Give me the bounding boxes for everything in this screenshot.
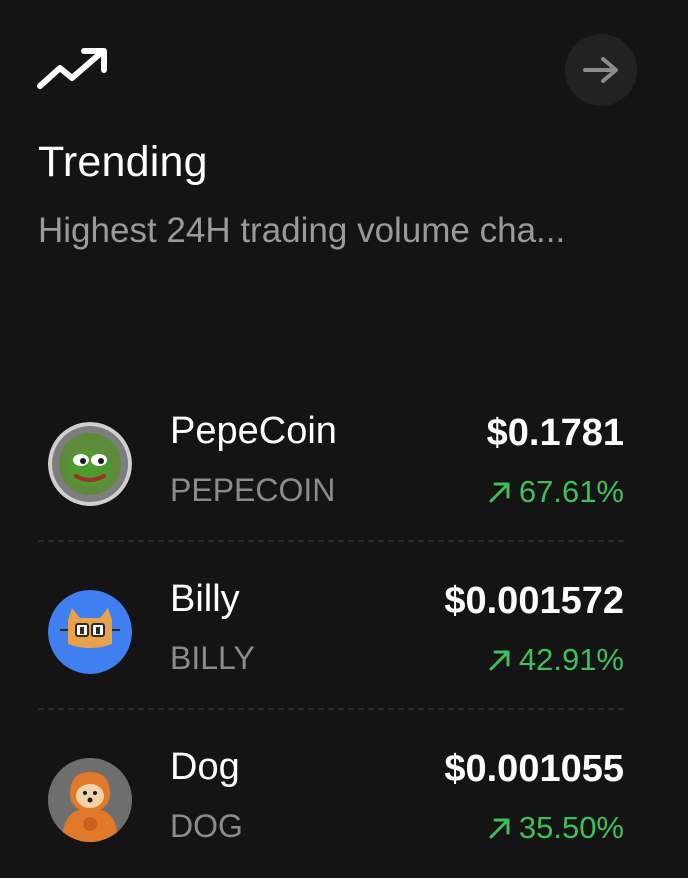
arrow-up-right-icon <box>489 482 510 503</box>
section-title: Trending <box>38 138 208 186</box>
coin-change-value: 35.50% <box>518 810 624 845</box>
coin-symbol: PEPECOIN <box>170 472 336 508</box>
row-divider <box>38 708 624 710</box>
coin-change: 67.61% <box>487 474 624 510</box>
trending-up-icon <box>37 48 107 89</box>
coin-symbol: DOG <box>170 808 243 844</box>
coin-price: $0.001055 <box>444 748 624 790</box>
coin-price: $0.001572 <box>444 580 624 622</box>
coin-name: PepeCoin <box>170 410 337 452</box>
arrow-right-icon <box>583 57 618 83</box>
coin-symbol: BILLY <box>170 640 255 676</box>
coin-change-value: 67.61% <box>518 474 624 509</box>
coin-change: 42.91% <box>487 642 624 678</box>
section-subtitle: Highest 24H trading volume cha... <box>38 211 566 250</box>
view-all-button[interactable] <box>565 34 637 106</box>
coin-row-dog[interactable]: Dog DOG $0.001055 35.50% <box>38 738 628 868</box>
coin-name: Billy <box>170 578 240 620</box>
coin-price: $0.1781 <box>486 412 624 454</box>
billy-logo <box>48 590 132 674</box>
coin-name: Dog <box>170 746 240 788</box>
coin-row-billy[interactable]: Billy BILLY $0.001572 42.91% <box>38 570 628 700</box>
coin-change-value: 42.91% <box>518 642 624 677</box>
trending-card[interactable]: Trending Highest 24H trading volume cha.… <box>0 0 688 878</box>
row-divider <box>38 540 624 542</box>
arrow-up-right-icon <box>489 650 510 671</box>
pepecoin-logo <box>48 422 132 506</box>
arrow-up-right-icon <box>489 818 510 839</box>
coin-row-pepecoin[interactable]: PepeCoin PEPECOIN $0.1781 67.61% <box>38 402 628 532</box>
coin-change: 35.50% <box>487 810 624 846</box>
dog-logo <box>48 758 132 842</box>
